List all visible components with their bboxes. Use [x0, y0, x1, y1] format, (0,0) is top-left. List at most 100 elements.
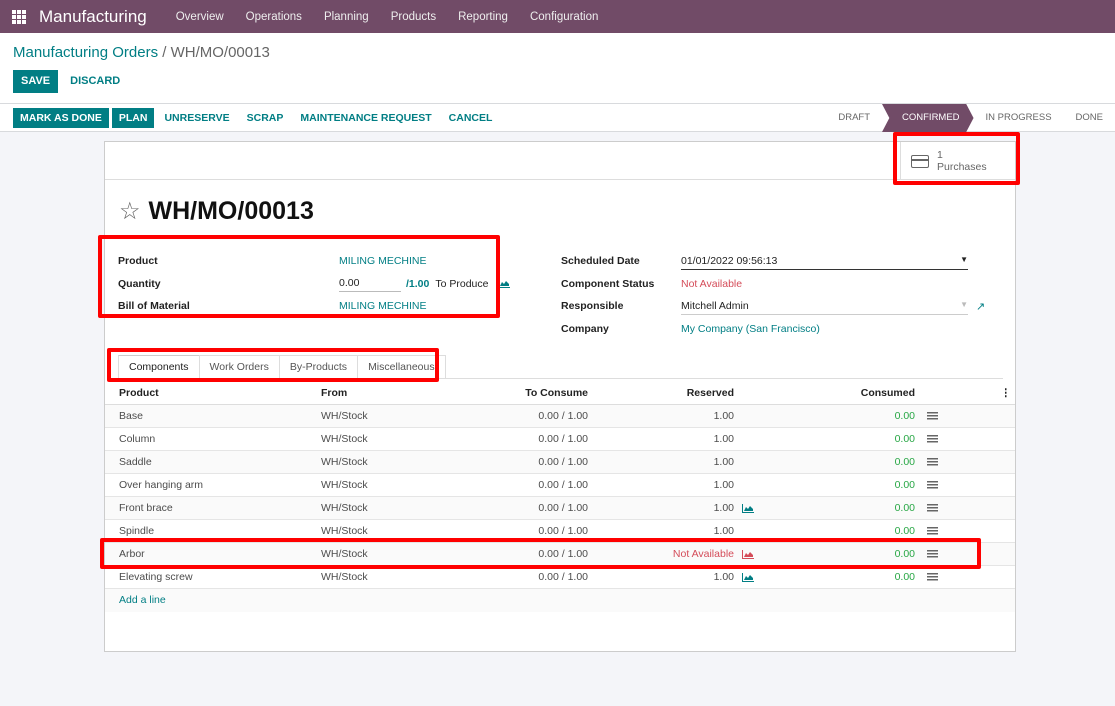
- to-produce-label: To Produce: [435, 277, 489, 290]
- cell-consumed: 0.00: [894, 502, 915, 514]
- mark-as-done-button[interactable]: MARK AS DONE: [13, 107, 109, 128]
- cancel-button[interactable]: CANCEL: [442, 108, 500, 128]
- cell-to-consume: 0.00 / 1.00: [538, 502, 588, 514]
- scrap-button[interactable]: SCRAP: [240, 108, 291, 128]
- purchases-count: 1: [937, 149, 943, 161]
- forecast-chart-icon[interactable]: [742, 503, 754, 513]
- table-row[interactable]: Spindle WH/Stock 0.00 / 1.00 1.00 0.00: [105, 520, 1015, 543]
- detailed-operations-icon[interactable]: [927, 526, 938, 536]
- caret-down-icon[interactable]: ▼: [960, 255, 968, 267]
- form-actions: SAVE DISCARD: [13, 70, 128, 93]
- stage-pipeline: DRAFT CONFIRMED IN PROGRESS DONE: [826, 104, 1115, 132]
- forecast-chart-icon[interactable]: [742, 572, 754, 582]
- cell-product: Column: [119, 433, 156, 445]
- nav-configuration[interactable]: Configuration: [530, 11, 598, 23]
- table-row[interactable]: Arbor WH/Stock 0.00 / 1.00 Not Available…: [105, 543, 1015, 566]
- detailed-operations-icon[interactable]: [927, 457, 938, 467]
- maintenance-request-button[interactable]: MAINTENANCE REQUEST: [293, 108, 438, 128]
- cell-consumed: 0.00: [894, 433, 915, 445]
- header-to-consume[interactable]: To Consume: [491, 387, 588, 399]
- add-line-link[interactable]: Add a line: [105, 589, 1015, 612]
- stage-confirmed[interactable]: CONFIRMED: [882, 104, 974, 132]
- breadcrumb-parent[interactable]: Manufacturing Orders: [13, 44, 158, 61]
- responsible-input[interactable]: Mitchell Admin ▼: [681, 298, 968, 315]
- detailed-operations-icon[interactable]: [927, 503, 938, 513]
- breadcrumb-current: WH/MO/00013: [170, 44, 270, 61]
- detailed-operations-icon[interactable]: [927, 480, 938, 490]
- purchases-smart-button[interactable]: 1 Purchases: [900, 142, 1015, 180]
- header-product[interactable]: Product: [105, 387, 321, 399]
- company-value[interactable]: My Company (San Francisco): [681, 323, 820, 335]
- table-body: Base WH/Stock 0.00 / 1.00 1.00 0.00 Colu…: [105, 405, 1015, 589]
- cell-product: Elevating screw: [119, 571, 193, 583]
- forecast-chart-icon[interactable]: [742, 549, 754, 559]
- cell-consumed: 0.00: [894, 410, 915, 422]
- scheduled-date-label: Scheduled Date: [561, 255, 640, 268]
- tab-miscellaneous[interactable]: Miscellaneous: [357, 355, 446, 378]
- product-value[interactable]: MILING MECHINE: [339, 255, 427, 267]
- table-row[interactable]: Elevating screw WH/Stock 0.00 / 1.00 1.0…: [105, 566, 1015, 589]
- cell-product: Arbor: [119, 548, 145, 560]
- nav-reporting[interactable]: Reporting: [458, 11, 508, 23]
- cell-from: WH/Stock: [321, 456, 368, 468]
- notebook-tabs: Components Work Orders By-Products Misce…: [118, 355, 1003, 379]
- header-consumed[interactable]: Consumed: [754, 387, 915, 399]
- stage-done[interactable]: DONE: [1064, 104, 1115, 132]
- table-row[interactable]: Saddle WH/Stock 0.00 / 1.00 1.00 0.00: [105, 451, 1015, 474]
- cell-consumed: 0.00: [894, 479, 915, 491]
- cell-to-consume: 0.00 / 1.00: [538, 548, 588, 560]
- optional-columns-icon[interactable]: ⋮: [955, 387, 1015, 399]
- header-reserved[interactable]: Reserved: [687, 387, 734, 399]
- external-link-icon[interactable]: ↗: [976, 300, 985, 313]
- quantity-field: Quantity 0.00 /1.00 To Produce: [118, 273, 511, 296]
- scheduled-date-input[interactable]: 01/01/2022 09:56:13 ▼: [681, 253, 968, 270]
- top-navbar: Manufacturing Overview Operations Planni…: [0, 0, 1115, 33]
- plan-button[interactable]: PLAN: [111, 107, 155, 128]
- nav-operations[interactable]: Operations: [246, 11, 302, 23]
- tab-by-products[interactable]: By-Products: [278, 355, 359, 378]
- unreserve-button[interactable]: UNRESERVE: [157, 108, 236, 128]
- credit-card-icon: [911, 154, 929, 168]
- save-button[interactable]: SAVE: [13, 70, 59, 93]
- app-name[interactable]: Manufacturing: [39, 7, 147, 27]
- apps-menu-icon[interactable]: [12, 9, 26, 24]
- detailed-operations-icon[interactable]: [927, 572, 938, 582]
- scheduled-date-field: Scheduled Date 01/01/2022 09:56:13 ▼: [561, 250, 985, 273]
- cell-product: Base: [119, 410, 143, 422]
- nav-products[interactable]: Products: [391, 11, 436, 23]
- detailed-operations-icon[interactable]: [927, 434, 938, 444]
- table-row[interactable]: Over hanging arm WH/Stock 0.00 / 1.00 1.…: [105, 474, 1015, 497]
- tab-work-orders[interactable]: Work Orders: [198, 355, 280, 378]
- bom-value[interactable]: MILING MECHINE: [339, 300, 427, 312]
- caret-down-icon[interactable]: ▼: [960, 300, 968, 312]
- header-from[interactable]: From: [321, 387, 491, 399]
- area-chart-icon[interactable]: [498, 279, 511, 289]
- nav-planning[interactable]: Planning: [324, 11, 369, 23]
- cell-reserved: 1.00: [713, 525, 734, 537]
- component-status-label: Component Status: [561, 277, 655, 290]
- cell-product: Saddle: [119, 456, 152, 468]
- left-field-group: Product MILING MECHINE Quantity 0.00 /1.…: [118, 250, 511, 318]
- table-row[interactable]: Column WH/Stock 0.00 / 1.00 1.00 0.00: [105, 428, 1015, 451]
- company-label: Company: [561, 322, 609, 335]
- cell-consumed: 0.00: [894, 525, 915, 537]
- cell-consumed: 0.00: [894, 456, 915, 468]
- status-action-buttons: MARK AS DONE PLAN UNRESERVE SCRAP MAINTE…: [13, 107, 500, 128]
- tab-components[interactable]: Components: [118, 355, 200, 378]
- star-icon[interactable]: ☆: [119, 197, 141, 226]
- table-row[interactable]: Base WH/Stock 0.00 / 1.00 1.00 0.00: [105, 405, 1015, 428]
- cell-reserved: 1.00: [713, 410, 734, 422]
- cell-from: WH/Stock: [321, 410, 368, 422]
- detailed-operations-icon[interactable]: [927, 411, 938, 421]
- cell-reserved: 1.00: [713, 571, 734, 583]
- discard-button[interactable]: DISCARD: [62, 70, 128, 93]
- nav-overview[interactable]: Overview: [176, 11, 224, 23]
- purchases-label: Purchases: [937, 161, 987, 173]
- right-field-group: Scheduled Date 01/01/2022 09:56:13 ▼ Com…: [561, 250, 985, 340]
- cell-reserved: 1.00: [713, 479, 734, 491]
- table-row[interactable]: Front brace WH/Stock 0.00 / 1.00 1.00 0.…: [105, 497, 1015, 520]
- quantity-input[interactable]: 0.00: [339, 275, 401, 293]
- detailed-operations-icon[interactable]: [927, 549, 938, 559]
- stage-in-progress[interactable]: IN PROGRESS: [974, 104, 1064, 132]
- stage-draft[interactable]: DRAFT: [826, 104, 882, 132]
